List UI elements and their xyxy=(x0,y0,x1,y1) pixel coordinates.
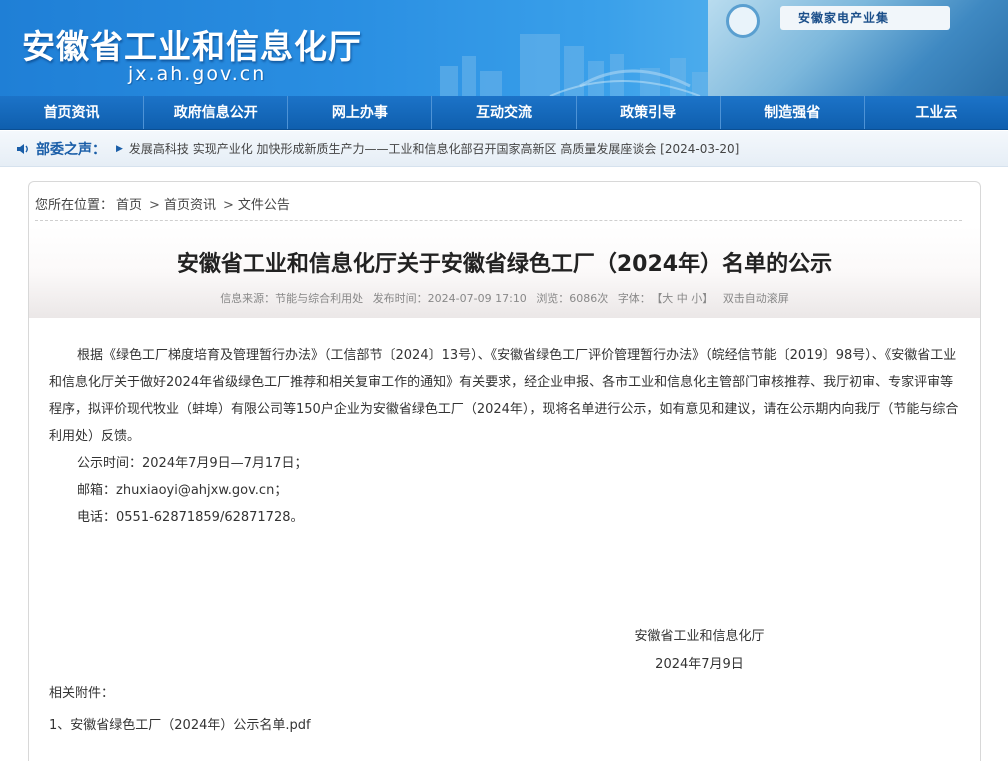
nav-item-home-news[interactable]: 首页资讯 xyxy=(0,96,145,129)
article-title: 安徽省工业和信息化厅关于安徽省绿色工厂（2024年）名单的公示 xyxy=(176,252,833,277)
exhibition-sign: 安徽家电产业集 xyxy=(780,6,950,30)
meta-time: 发布时间：2024-07-09 17:10 xyxy=(372,292,527,305)
notice-period: 公示时间：2024年7月9日—7月17日； xyxy=(77,456,308,471)
nav-item-interaction[interactable]: 互动交流 xyxy=(432,96,577,129)
city-skyline-graphic xyxy=(440,34,716,96)
notice-bar: 部委之声： ▶ 发展高科技 实现产业化 加快形成新质生产力——工业和信息化部召开… xyxy=(0,131,1008,167)
signature-date: 2024年7月9日 xyxy=(655,657,744,672)
breadcrumb-home-news[interactable]: 首页资讯 xyxy=(164,198,216,213)
nav-item-policy[interactable]: 政策引导 xyxy=(577,96,721,129)
meta-font-label: 字体： xyxy=(617,292,651,305)
breadcrumb-separator: > xyxy=(222,198,234,213)
site-banner: 安徽家电产业集 安徽省工业和信息化厅 jx.ah.gov.cn xyxy=(0,0,1008,96)
divider xyxy=(35,220,962,221)
contact-phone: 电话：0551-62871859/62871728。 xyxy=(77,510,304,525)
speaker-icon xyxy=(17,143,28,154)
site-title: 安徽省工业和信息化厅 xyxy=(22,27,362,66)
article-body: 根据《绿色工厂梯度培育及管理暂行办法》（工信部节〔2024〕13号）、《安徽省绿… xyxy=(49,342,964,531)
attachment-link[interactable]: 1、安徽省绿色工厂（2024年）公示名单.pdf xyxy=(49,714,311,733)
breadcrumb: 您所在位置： 首页 > 首页资讯 > 文件公告 xyxy=(35,194,293,213)
signature-org: 安徽省工业和信息化厅 xyxy=(634,629,765,644)
article-container: 您所在位置： 首页 > 首页资讯 > 文件公告 安徽省工业和信息化厅关于安徽省绿色工厂（2… xyxy=(28,181,981,761)
nav-item-industry-cloud[interactable]: 工业云 xyxy=(865,96,1008,129)
site-domain: jx.ah.gov.cn xyxy=(128,63,267,85)
breadcrumb-home[interactable]: 首页 xyxy=(116,198,142,213)
title-area: 安徽省工业和信息化厅关于安徽省绿色工厂（2024年）名单的公示 信息来源：节能与… xyxy=(29,226,980,318)
notice-headline-link[interactable]: 发展高科技 实现产业化 加快形成新质生产力——工业和信息化部召开国家高新区 高质… xyxy=(129,140,739,157)
contact-email: 邮箱：zhuxiaoyi@ahjxw.gov.cn； xyxy=(77,483,288,498)
meta-views: 浏览：6086次 xyxy=(536,292,609,305)
notice-label: 部委之声： xyxy=(36,141,106,158)
triangle-right-icon: ▶ xyxy=(116,143,123,154)
font-size-selector[interactable]: 【大 中 小】 xyxy=(657,292,714,305)
nav-item-online-services[interactable]: 网上办事 xyxy=(288,96,433,129)
auto-scroll-toggle[interactable]: 双击自动滚屏 xyxy=(723,292,789,305)
breadcrumb-file-notices[interactable]: 文件公告 xyxy=(238,198,290,213)
breadcrumb-prefix: 您所在位置： xyxy=(35,198,114,213)
exhibition-emblem xyxy=(726,4,760,38)
breadcrumb-separator: > xyxy=(149,198,160,213)
article-meta: 信息来源：节能与综合利用处 发布时间：2024-07-09 17:10 浏览：6… xyxy=(29,290,980,306)
nav-item-gov-info[interactable]: 政府信息公开 xyxy=(144,96,289,129)
attachments-label: 相关附件： xyxy=(49,686,115,701)
article-paragraph: 根据《绿色工厂梯度培育及管理暂行办法》（工信部节〔2024〕13号）、《安徽省绿… xyxy=(49,348,959,444)
signature-block: 安徽省工业和信息化厅 2024年7月9日 xyxy=(627,623,772,679)
meta-source: 信息来源：节能与综合利用处 xyxy=(220,292,364,305)
nav-item-manufacturing[interactable]: 制造强省 xyxy=(721,96,865,129)
main-nav: 首页资讯 政府信息公开 网上办事 互动交流 政策引导 制造强省 工业云 xyxy=(0,96,1008,130)
